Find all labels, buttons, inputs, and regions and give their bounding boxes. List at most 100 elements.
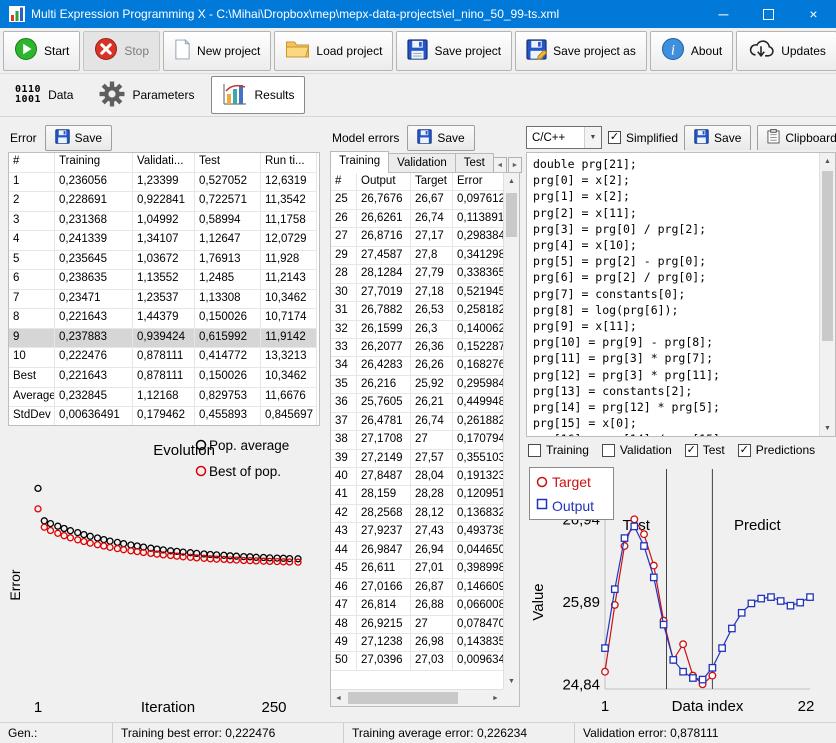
table-row[interactable]: 2927,458727,80,341298 xyxy=(331,247,503,265)
code-save-button[interactable]: Save xyxy=(684,125,751,150)
nav-data-button[interactable]: 01101001 Data xyxy=(6,77,82,113)
nav-parameters-button[interactable]: Parameters xyxy=(90,77,203,113)
tab-scroll-left-icon[interactable]: ◄ xyxy=(493,157,507,173)
table-cell: 27,17 xyxy=(411,228,453,246)
table-row[interactable]: 4027,848728,040,191323 xyxy=(331,468,503,486)
table-row[interactable]: 100,2224760,8781110,41477213,3213 xyxy=(9,348,319,368)
updates-button[interactable]: Updates xyxy=(736,31,836,71)
save-project-button[interactable]: Save project xyxy=(396,31,512,71)
code-line: prg[5] = prg[2] - prg[0]; xyxy=(533,253,819,269)
table-row[interactable]: Best0,2216430,8781110,15002610,3462 xyxy=(9,368,319,388)
start-button[interactable]: Start xyxy=(3,31,80,71)
toggle-label: Validation xyxy=(620,443,672,457)
table-cell: 0,191323 xyxy=(453,468,503,486)
table-row[interactable]: 40,2413391,341071,1264712,0729 xyxy=(9,231,319,251)
toggle-predictions[interactable]: ✓Predictions xyxy=(738,443,815,457)
chevron-down-icon[interactable]: ▼ xyxy=(584,127,601,148)
close-button[interactable]: × xyxy=(791,0,836,28)
language-select[interactable]: C/C++ ▼ xyxy=(526,126,602,149)
table-row[interactable]: StdDev0,006364910,1794620,4558930,845697 xyxy=(9,407,319,426)
error-table[interactable]: #TrainingValidati...TestRun ti...10,2360… xyxy=(8,152,320,426)
table-row[interactable]: 4327,923727,430,493738 xyxy=(331,523,503,541)
table-row[interactable]: 3927,214927,570,355103 xyxy=(331,450,503,468)
toggle-validation[interactable]: Validation xyxy=(602,443,672,457)
table-row[interactable]: 2726,871627,170,298384 xyxy=(331,228,503,246)
checkbox-checked-icon: ✓ xyxy=(685,444,698,457)
vertical-scrollbar[interactable]: ▲ ▼ xyxy=(819,153,835,436)
scrollbar-thumb[interactable] xyxy=(506,193,517,237)
table-row[interactable]: 3726,478126,740,261882 xyxy=(331,413,503,431)
scroll-down-icon[interactable]: ▼ xyxy=(820,420,835,436)
vertical-scrollbar[interactable]: ▲ ▼ xyxy=(503,173,519,689)
table-row[interactable]: 80,2216431,443790,15002610,7174 xyxy=(9,309,319,329)
toggle-test[interactable]: ✓Test xyxy=(685,443,725,457)
model-errors-save-button[interactable]: Save xyxy=(407,125,474,151)
table-row[interactable]: 20,2286910,9228410,72257111,3542 xyxy=(9,192,319,212)
code-panel[interactable]: double prg[21];prg[0] = x[2];prg[1] = x[… xyxy=(526,152,836,437)
minimize-button[interactable]: ─ xyxy=(701,0,746,28)
save-project-as-button[interactable]: Save project as xyxy=(515,31,647,71)
table-row[interactable]: 4426,984726,940,044650 xyxy=(331,542,503,560)
scrollbar-thumb[interactable] xyxy=(822,171,833,341)
table-row[interactable]: 3226,159926,30,140062 xyxy=(331,321,503,339)
table-cell: 0,414772 xyxy=(195,348,261,368)
table-row[interactable]: Average0,2328451,121680,82975311,6676 xyxy=(9,388,319,408)
table-cell: 27,2149 xyxy=(357,450,411,468)
clipboard-button[interactable]: Clipboard xyxy=(757,125,836,150)
table-row[interactable]: 70,234711,235371,1330810,3462 xyxy=(9,290,319,310)
table-row[interactable]: 4128,15928,280,120951 xyxy=(331,486,503,504)
scroll-down-icon[interactable]: ▼ xyxy=(504,673,519,689)
table-row[interactable]: 3326,207726,360,152287 xyxy=(331,339,503,357)
horizontal-scrollbar[interactable]: ◄ ► xyxy=(331,689,503,706)
table-row[interactable]: 4228,256828,120,136832 xyxy=(331,505,503,523)
table-row[interactable]: 4826,9215270,078470 xyxy=(331,616,503,634)
table-row[interactable]: 3027,701927,180,521945 xyxy=(331,284,503,302)
scroll-up-icon[interactable]: ▲ xyxy=(820,153,835,169)
table-row[interactable]: 3827,1708270,170794 xyxy=(331,431,503,449)
table-row[interactable]: 2526,767626,670,097612 xyxy=(331,191,503,209)
table-row[interactable]: 3526,21625,920,295984 xyxy=(331,376,503,394)
model-errors-table[interactable]: #OutputTargetError2526,767626,670,097612… xyxy=(331,173,503,689)
svg-text:Value: Value xyxy=(530,583,547,620)
error-save-button[interactable]: Save xyxy=(45,125,112,151)
table-row[interactable]: 60,2386351,135521,248511,2143 xyxy=(9,270,319,290)
table-row[interactable]: 4726,81426,880,066008 xyxy=(331,597,503,615)
about-button[interactable]: i About xyxy=(650,31,733,71)
maximize-button[interactable] xyxy=(746,0,791,28)
table-row[interactable]: 90,2378830,9394240,61599211,9142 xyxy=(9,329,319,349)
table-row[interactable]: 30,2313681,049920,5899411,1758 xyxy=(9,212,319,232)
new-project-button[interactable]: New project xyxy=(163,31,271,71)
tab-validation[interactable]: Validation xyxy=(388,153,456,173)
table-cell: 5 xyxy=(9,251,55,271)
scroll-left-icon[interactable]: ◄ xyxy=(331,690,346,706)
scroll-right-icon[interactable]: ► xyxy=(488,690,503,706)
simplified-checkbox[interactable]: ✓ Simplified xyxy=(608,131,678,145)
tab-scroll-right-icon[interactable]: ► xyxy=(508,157,522,173)
stop-button[interactable]: Stop xyxy=(83,31,160,71)
table-cell: 0,222476 xyxy=(55,348,133,368)
table-row[interactable]: 10,2360561,233990,52705212,6319 xyxy=(9,173,319,193)
table-row[interactable]: 3625,760526,210,449948 xyxy=(331,394,503,412)
table-cell: 0,341298 xyxy=(453,247,503,265)
table-cell: 6 xyxy=(9,270,55,290)
table-cell: 0,235645 xyxy=(55,251,133,271)
scroll-up-icon[interactable]: ▲ xyxy=(504,173,519,189)
load-project-button[interactable]: Load project xyxy=(274,31,393,71)
tab-training[interactable]: Training xyxy=(330,151,389,173)
table-row[interactable]: 5027,039627,030,009634 xyxy=(331,652,503,670)
model-errors-save-label: Save xyxy=(437,131,464,145)
table-row[interactable]: 2626,626126,740,113891 xyxy=(331,210,503,228)
table-row[interactable]: 4526,61127,010,398998 xyxy=(331,560,503,578)
table-row[interactable]: 4927,123826,980,143835 xyxy=(331,634,503,652)
table-row[interactable]: 50,2356451,036721,7691311,928 xyxy=(9,251,319,271)
table-cell: 0,136832 xyxy=(453,505,503,523)
tab-test[interactable]: Test xyxy=(455,153,494,173)
table-row[interactable]: 3426,428326,260,168276 xyxy=(331,357,503,375)
table-row[interactable]: 3126,788226,530,258182 xyxy=(331,302,503,320)
nav-results-button[interactable]: Results xyxy=(211,76,304,114)
table-row[interactable]: 4627,016626,870,146609 xyxy=(331,579,503,597)
table-row[interactable]: 2828,128427,790,338365 xyxy=(331,265,503,283)
table-cell: 0,146609 xyxy=(453,579,503,597)
scrollbar-thumb[interactable] xyxy=(348,692,458,704)
toggle-training[interactable]: Training xyxy=(528,443,589,457)
